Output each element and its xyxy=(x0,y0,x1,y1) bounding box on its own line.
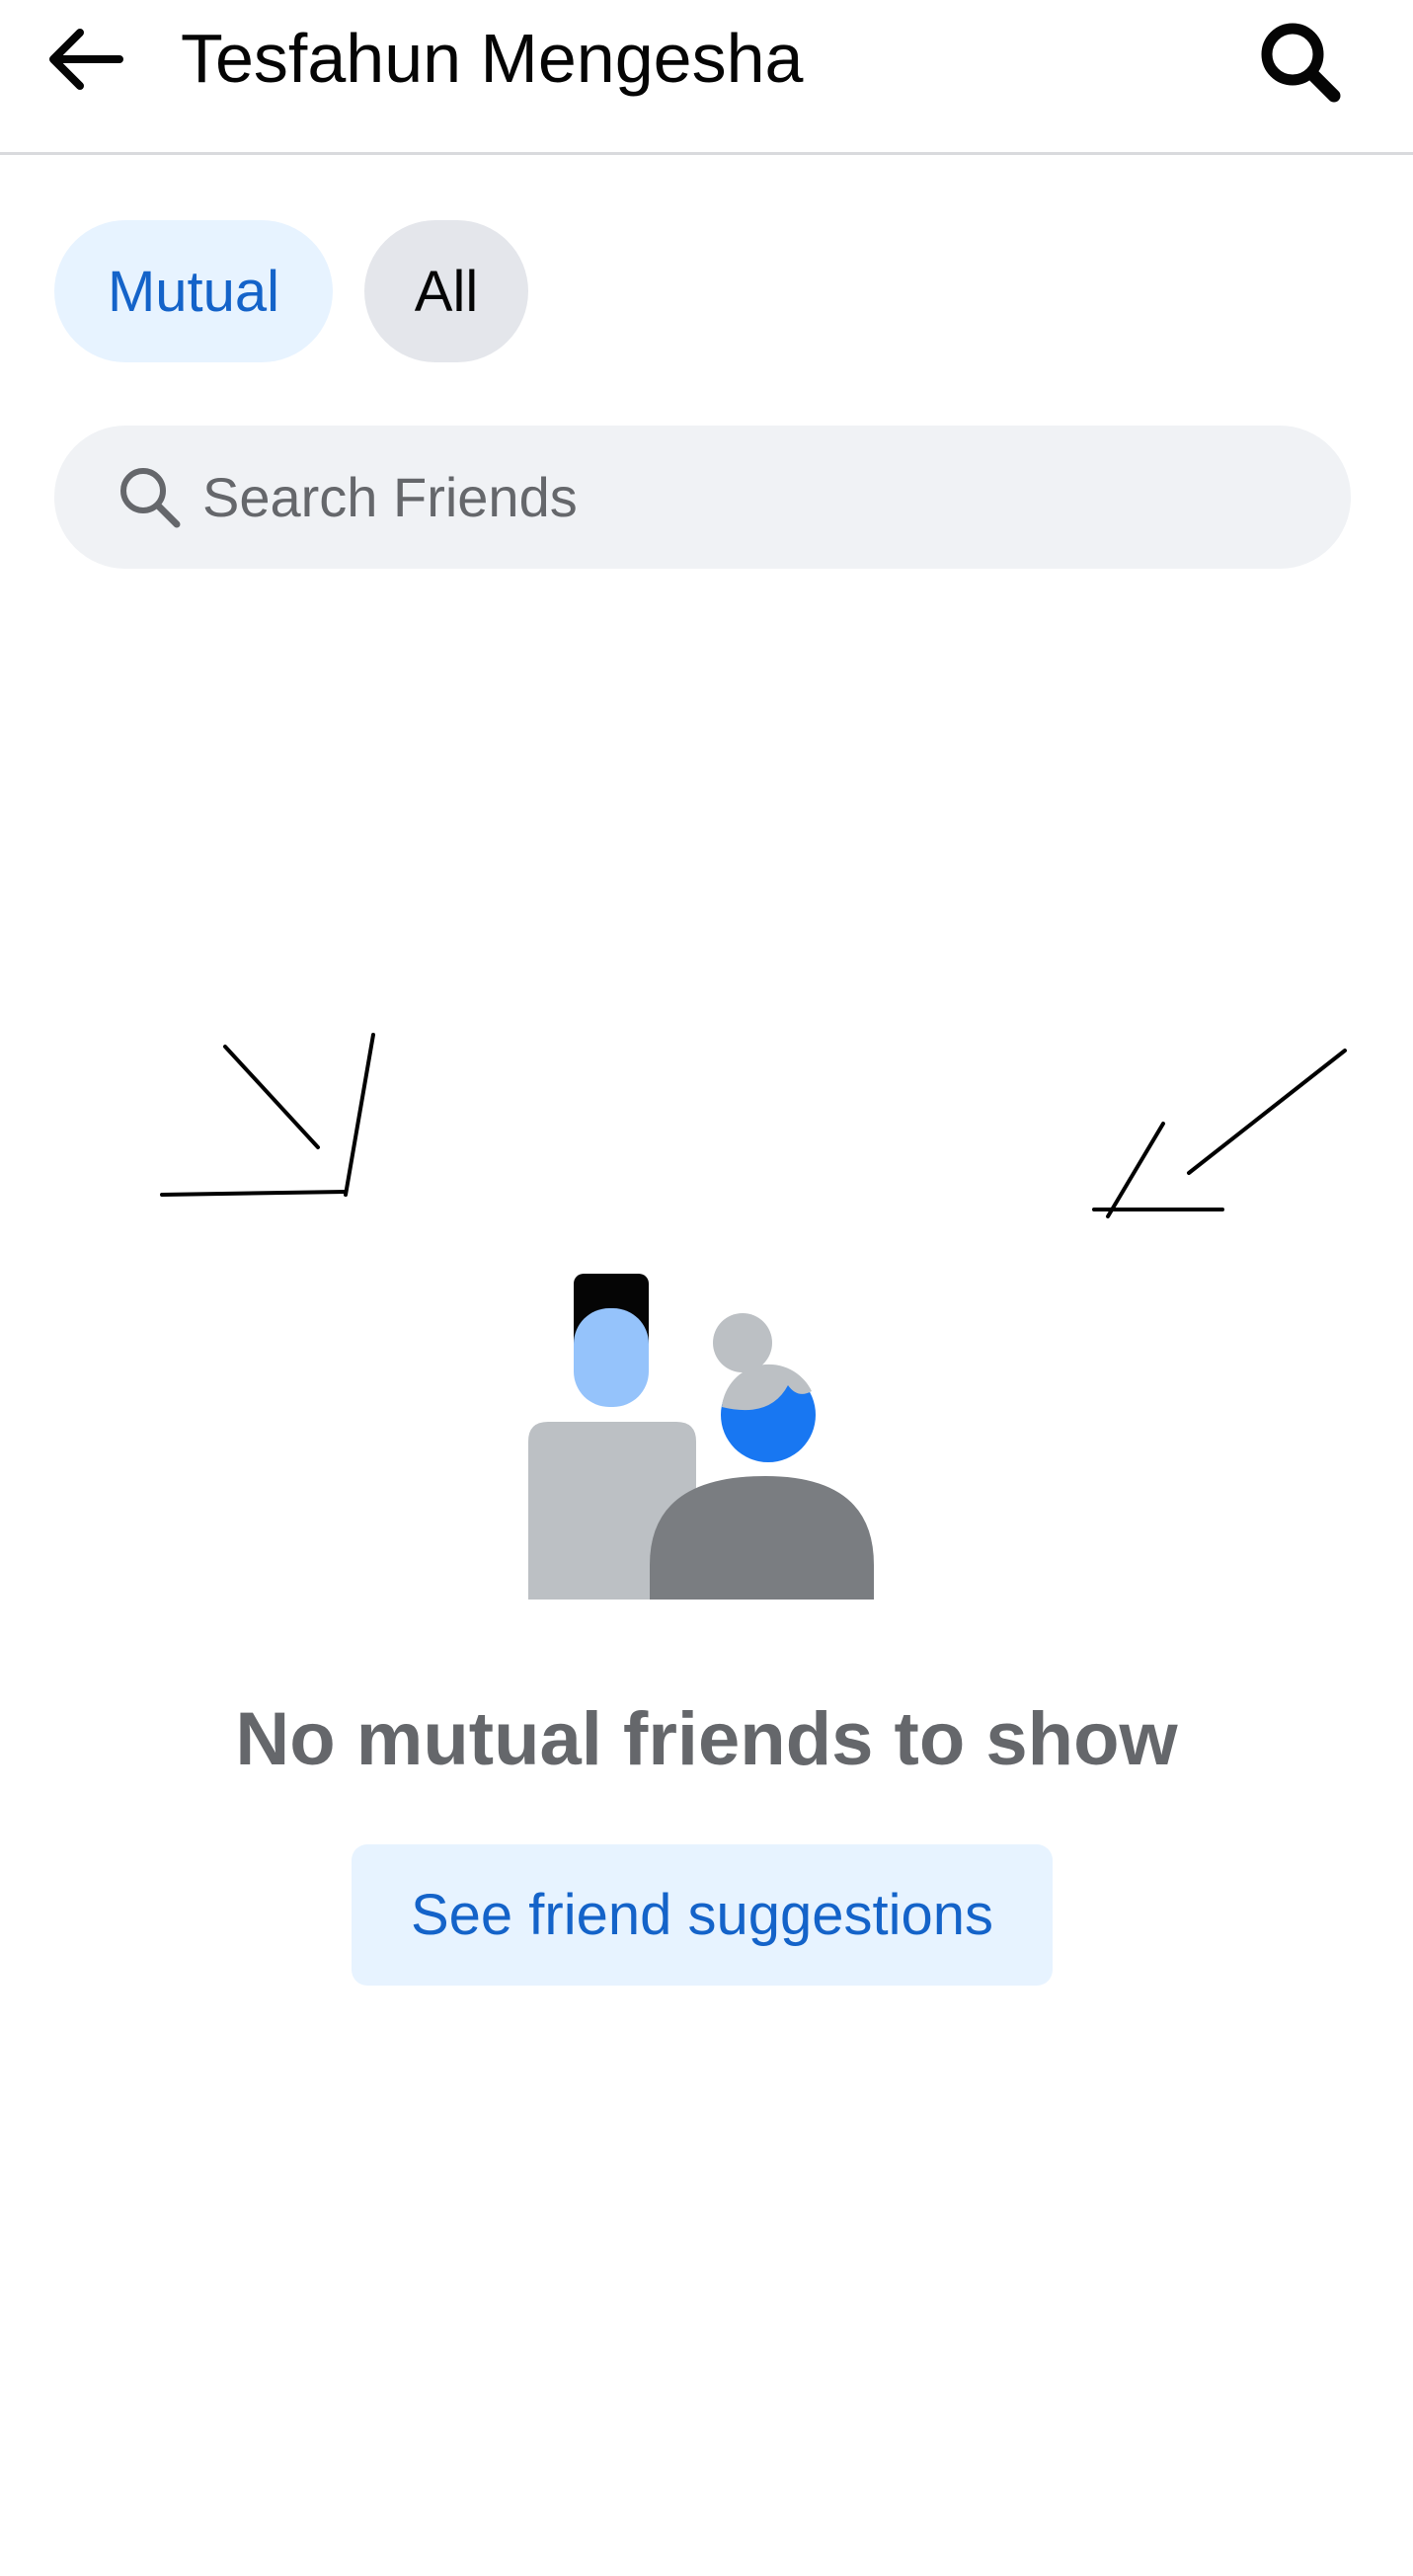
filter-chip-mutual-label: Mutual xyxy=(107,259,280,324)
empty-state-title: No mutual friends to show xyxy=(235,1697,1178,1781)
filter-chip-all[interactable]: All xyxy=(364,220,528,362)
page: Tesfahun Mengesha Mutual All Search Frie… xyxy=(0,0,1413,2576)
annotation-stroke xyxy=(344,1033,375,1197)
illustration-face xyxy=(574,1308,649,1407)
search-friends-bar[interactable] xyxy=(54,426,1351,569)
top-bar: Tesfahun Mengesha xyxy=(0,0,1413,155)
annotation-stroke xyxy=(223,1045,320,1149)
page-title: Tesfahun Mengesha xyxy=(181,20,804,97)
see-friend-suggestions-label: See friend suggestions xyxy=(410,1883,994,1947)
annotation-stroke xyxy=(160,1190,348,1197)
annotation-stroke xyxy=(1106,1122,1165,1218)
illustration-bun xyxy=(713,1313,772,1372)
search-button[interactable] xyxy=(1246,8,1355,117)
search-friends-input[interactable] xyxy=(202,426,1289,569)
arrow-left-icon xyxy=(49,29,123,90)
filter-chip-mutual[interactable]: Mutual xyxy=(54,220,333,362)
search-icon xyxy=(120,468,181,528)
see-friend-suggestions-button[interactable]: See friend suggestions xyxy=(352,1844,1053,1986)
search-icon xyxy=(1261,23,1341,103)
filter-chip-all-label: All xyxy=(414,259,479,324)
annotation-stroke xyxy=(1187,1049,1347,1175)
back-button[interactable] xyxy=(36,10,134,109)
friends-illustration-icon xyxy=(528,1274,874,1600)
